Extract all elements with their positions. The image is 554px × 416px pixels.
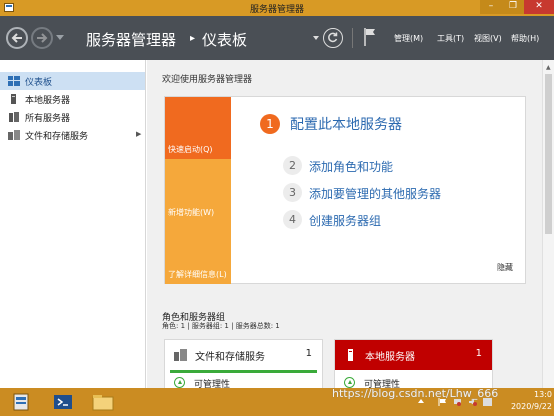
forward-button[interactable] [31,27,53,49]
sidebar-item-dashboard[interactable]: 仪表板 [0,72,145,90]
toolbar-divider [352,28,353,48]
card-title: 文件和存储服务 [195,352,265,363]
minimize-button[interactable]: – [480,0,502,14]
sidebar-item-local-server[interactable]: 本地服务器 [0,90,145,108]
tile-quick-start[interactable]: 快速启动(Q) [165,97,231,159]
storage-icon [174,349,187,361]
scroll-thumb[interactable] [545,74,552,234]
sidebar-item-label: 文件和存储服务 [25,132,89,142]
card-header: 文件和存储服务 1 [165,340,322,370]
add-roles-link[interactable]: 添加角色和功能 [309,158,393,175]
server-icon [348,349,353,361]
notifications-flag-icon[interactable] [363,27,377,47]
breadcrumb-root[interactable]: 服务器管理器 [86,29,176,50]
close-button[interactable]: ✕ [524,0,554,14]
sidebar-item-label: 本地服务器 [25,96,71,106]
card-title: 本地服务器 [365,352,415,363]
step-number: 1 [260,114,280,134]
sidebar: 仪表板 本地服务器 所有服务器 文件和存储服务 ▶ [0,60,146,388]
sidebar-item-all-servers[interactable]: 所有服务器 [0,108,145,126]
scroll-up-icon[interactable]: ▲ [546,64,551,71]
tile-label: 新增功能(W) [168,208,215,217]
server-manager-taskbar-button[interactable] [4,390,38,414]
welcome-heading: 欢迎使用服务器管理器 [162,75,253,85]
tile-label: 了解详细信息(L) [168,270,227,279]
clock-time: 13:0 [534,390,552,399]
refresh-dropdown-icon[interactable] [313,36,319,40]
status-bar [170,370,317,373]
status-up-icon [174,377,185,388]
breadcrumb-separator-icon: ▸ [190,33,196,44]
clock[interactable]: 13:0 2020/9/22 [498,389,552,413]
refresh-button[interactable] [323,28,343,48]
clock-date: 2020/9/22 [510,402,552,411]
servers-icon [9,112,19,122]
storage-icon [8,130,20,140]
card-count: 1 [305,348,312,359]
menu-view[interactable]: 视图(V) [474,33,502,44]
arrow-left-icon [11,33,22,43]
title-bar: 服务器管理器 – ❐ ✕ [0,0,554,16]
refresh-icon [328,32,338,43]
sidebar-item-label: 仪表板 [25,78,53,88]
role-card-file-storage[interactable]: 文件和存储服务 1 可管理性 [164,339,323,394]
file-explorer-taskbar-button[interactable] [86,390,120,414]
expand-chevron-icon[interactable]: ▶ [136,130,141,138]
roles-summary: 角色: 1 | 服务器组: 1 | 服务器总数: 1 [162,322,280,330]
step-number: 4 [283,210,302,229]
sidebar-item-label: 所有服务器 [25,114,71,124]
page-title: 仪表板 [202,31,248,49]
quick-start-panel: 快速启动(Q) 新增功能(W) 了解详细信息(L) 1 配置此本地服务器 2 添… [164,96,526,284]
configure-local-server-link[interactable]: 配置此本地服务器 [290,114,402,134]
step-number: 3 [283,183,302,202]
vertical-scrollbar[interactable]: ▲ [542,60,554,388]
watermark: https://blog.csdn.net/Lhw_666 [332,387,499,400]
dashboard-icon [8,76,20,86]
menu-manage[interactable]: 管理(M) [394,33,423,44]
tile-label: 快速启动(Q) [168,145,213,154]
server-icon [11,94,16,104]
tile-whats-new[interactable]: 新增功能(W) [165,159,231,222]
tile-learn-more[interactable]: 了解详细信息(L) [165,222,231,284]
arrow-right-icon [37,33,48,43]
window-title: 服务器管理器 [249,5,304,15]
powershell-icon [54,395,72,409]
back-button[interactable] [6,27,28,49]
sidebar-item-file-storage[interactable]: 文件和存储服务 ▶ [0,126,145,144]
menu-help[interactable]: 帮助(H) [511,33,539,44]
add-servers-link[interactable]: 添加要管理的其他服务器 [309,185,441,202]
powershell-taskbar-button[interactable] [46,390,80,414]
hide-link[interactable]: 隐藏 [497,262,513,273]
card-count: 1 [475,348,482,359]
card-header: 本地服务器 1 [335,340,492,370]
step-number: 2 [283,156,302,175]
menu-tools[interactable]: 工具(T) [437,33,464,44]
server-manager-icon [13,393,29,411]
maximize-button[interactable]: ❐ [502,0,524,14]
nav-bar: 服务器管理器 ▸ 仪表板 管理(M) 工具(T) 视图(V) 帮助(H) [0,16,554,60]
create-server-group-link[interactable]: 创建服务器组 [309,212,381,229]
history-dropdown-icon[interactable] [56,35,64,40]
role-card-local-server[interactable]: 本地服务器 1 可管理性 [334,339,493,394]
folder-icon [92,395,114,411]
